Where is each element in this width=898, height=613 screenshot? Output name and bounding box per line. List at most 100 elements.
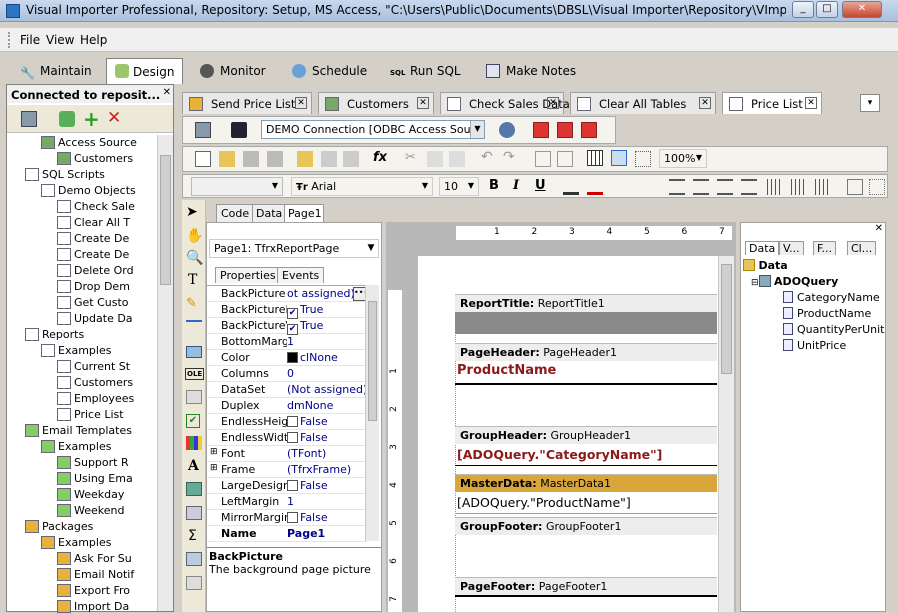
band-group-footer[interactable]: GroupFooter: GroupFooter1 (455, 517, 717, 535)
object-select[interactable]: Page1: TfrxReportPage ▼ (209, 239, 379, 258)
image-icon[interactable] (186, 482, 202, 496)
property-row[interactable]: EndlessWidth False (207, 430, 367, 446)
new-icon[interactable] (195, 151, 211, 167)
data-field[interactable]: QuantityPerUnit (783, 323, 884, 339)
rich-text-icon[interactable]: A (188, 458, 199, 474)
tab-code[interactable]: Code (216, 204, 254, 222)
doc-tab[interactable]: Customers ✕ (318, 92, 434, 114)
close-tab-icon[interactable]: ✕ (547, 97, 559, 109)
paste-icon[interactable] (449, 151, 465, 167)
tab-monitor[interactable]: Monitor (200, 62, 266, 84)
minimize-button[interactable]: _ (792, 1, 814, 18)
property-value[interactable]: ✔ True (287, 319, 367, 335)
frame-icon[interactable] (847, 179, 863, 195)
property-value[interactable]: False (287, 415, 367, 428)
property-value[interactable]: False (287, 511, 367, 524)
property-row[interactable]: LeftMargin 1 (207, 494, 367, 510)
menu-help[interactable]: Help (80, 33, 107, 47)
redo-icon[interactable]: ↷ (503, 149, 515, 165)
group-icon[interactable] (535, 151, 551, 167)
zoom-tool-icon[interactable]: 🔍 (186, 250, 203, 266)
data-field[interactable]: CategoryName (783, 291, 880, 307)
product-name-field[interactable]: [ADOQuery."ProductName"] (455, 492, 717, 514)
tab-schedule[interactable]: Schedule (292, 62, 367, 84)
property-value[interactable]: clNone (287, 351, 367, 364)
property-value[interactable]: dmNone (287, 399, 367, 412)
select-tool-icon[interactable]: ➤ (186, 204, 198, 220)
data-root[interactable]: Data (743, 259, 788, 275)
tab-properties[interactable]: Properties (215, 267, 281, 283)
align-left-icon[interactable] (669, 179, 685, 195)
property-row[interactable]: ⊞ Frame (TfrxFrame) (207, 462, 367, 478)
property-row[interactable]: BottomMargin1 (207, 334, 367, 350)
zoom-select[interactable]: 100% ▼ (659, 149, 707, 168)
align-grid-icon[interactable] (611, 150, 627, 166)
property-row[interactable]: ⊞ Font (TFont) (207, 446, 367, 462)
chart-icon[interactable] (186, 436, 202, 450)
v-align-middle-icon[interactable] (791, 179, 807, 195)
property-value[interactable]: (Not assigned) (287, 383, 367, 396)
tab-list-icon[interactable]: ▾ (860, 94, 880, 112)
page-settings-icon[interactable] (343, 151, 359, 167)
more-tools-icon[interactable] (186, 576, 202, 590)
italic-button[interactable]: I (513, 178, 519, 193)
panel-close-icon[interactable]: ✕ (163, 87, 171, 98)
band-report-title[interactable]: ReportTitle: ReportTitle1 (455, 294, 717, 334)
bold-button[interactable]: B (489, 178, 499, 193)
band-icon[interactable] (186, 320, 202, 332)
connect-icon[interactable] (499, 122, 515, 138)
close-tab-icon[interactable]: ✕ (295, 97, 307, 109)
close-button[interactable]: ✕ (842, 1, 882, 18)
font-name-select[interactable]: Ŧr Arial ▼ (291, 177, 433, 196)
format-painter-icon[interactable]: ✎ (186, 296, 197, 311)
checkbox-icon[interactable] (287, 416, 298, 427)
property-value[interactable]: (TFont) (287, 447, 367, 460)
add-icon[interactable]: + (83, 107, 100, 131)
tree-scrollbar[interactable] (157, 135, 173, 611)
checkbox-icon[interactable] (287, 512, 298, 523)
font-settings-icon[interactable] (563, 179, 579, 195)
fit-grid-icon[interactable] (635, 151, 651, 167)
property-value[interactable]: (TfrxFrame) (287, 463, 367, 476)
style-select[interactable]: ▼ (191, 177, 283, 196)
export-icon[interactable] (581, 122, 597, 138)
panel-close-icon[interactable]: ✕ (875, 223, 883, 234)
checkbox-icon[interactable] (287, 480, 298, 491)
property-value[interactable]: Page1 (287, 527, 367, 540)
v-align-top-icon[interactable] (767, 179, 783, 195)
band-group-header[interactable]: GroupHeader: GroupHeader1 [ADOQuery."Cat… (455, 426, 717, 466)
save-icon[interactable] (231, 122, 247, 138)
property-row[interactable]: Duplex dmNone (207, 398, 367, 414)
data-tab[interactable]: Data (745, 241, 780, 255)
data-query[interactable]: ⊟ ADOQuery (751, 275, 838, 291)
delete-icon[interactable]: ✕ (107, 108, 121, 128)
band-master-data[interactable]: MasterData: MasterData1 [ADOQuery."Produ… (455, 474, 717, 514)
doc-tab[interactable]: Price List ✕ (722, 92, 822, 114)
data-field[interactable]: ProductName (783, 307, 871, 323)
function-icon[interactable]: fx (373, 150, 387, 165)
v-align-bottom-icon[interactable] (815, 179, 831, 195)
report-options-icon[interactable] (195, 122, 211, 138)
maximize-button[interactable]: □ (816, 1, 838, 18)
property-row[interactable]: DataSet (Not assigned) (207, 382, 367, 398)
align-center-icon[interactable] (693, 179, 709, 195)
property-row[interactable]: BackPicture ot assigned) (207, 286, 367, 302)
property-row[interactable]: LargeDesignH False (207, 478, 367, 494)
band-page-footer[interactable]: PageFooter: PageFooter1 (455, 577, 717, 599)
data-tab[interactable]: V... (779, 241, 804, 255)
checkbox-icon[interactable]: ✔ (186, 414, 200, 428)
refresh-icon[interactable] (59, 111, 75, 127)
tab-events[interactable]: Events (277, 267, 325, 283)
sum-icon[interactable]: Σ (188, 528, 197, 544)
property-row[interactable]: Columns 0 (207, 366, 367, 382)
properties-icon[interactable] (21, 111, 37, 127)
property-row[interactable]: BackPictureP ✔ True (207, 302, 367, 319)
expand-icon[interactable]: ⊞ (210, 463, 218, 473)
run-icon[interactable] (533, 122, 549, 138)
tab-maintain[interactable]: 🔧 Maintain (20, 62, 92, 84)
scrollbar-thumb[interactable] (368, 301, 377, 421)
property-row[interactable]: BackPictureVi✔True (207, 318, 367, 335)
property-value[interactable]: 0 (287, 367, 367, 380)
tab-data[interactable]: Data (252, 204, 286, 222)
open-icon[interactable] (219, 151, 235, 167)
